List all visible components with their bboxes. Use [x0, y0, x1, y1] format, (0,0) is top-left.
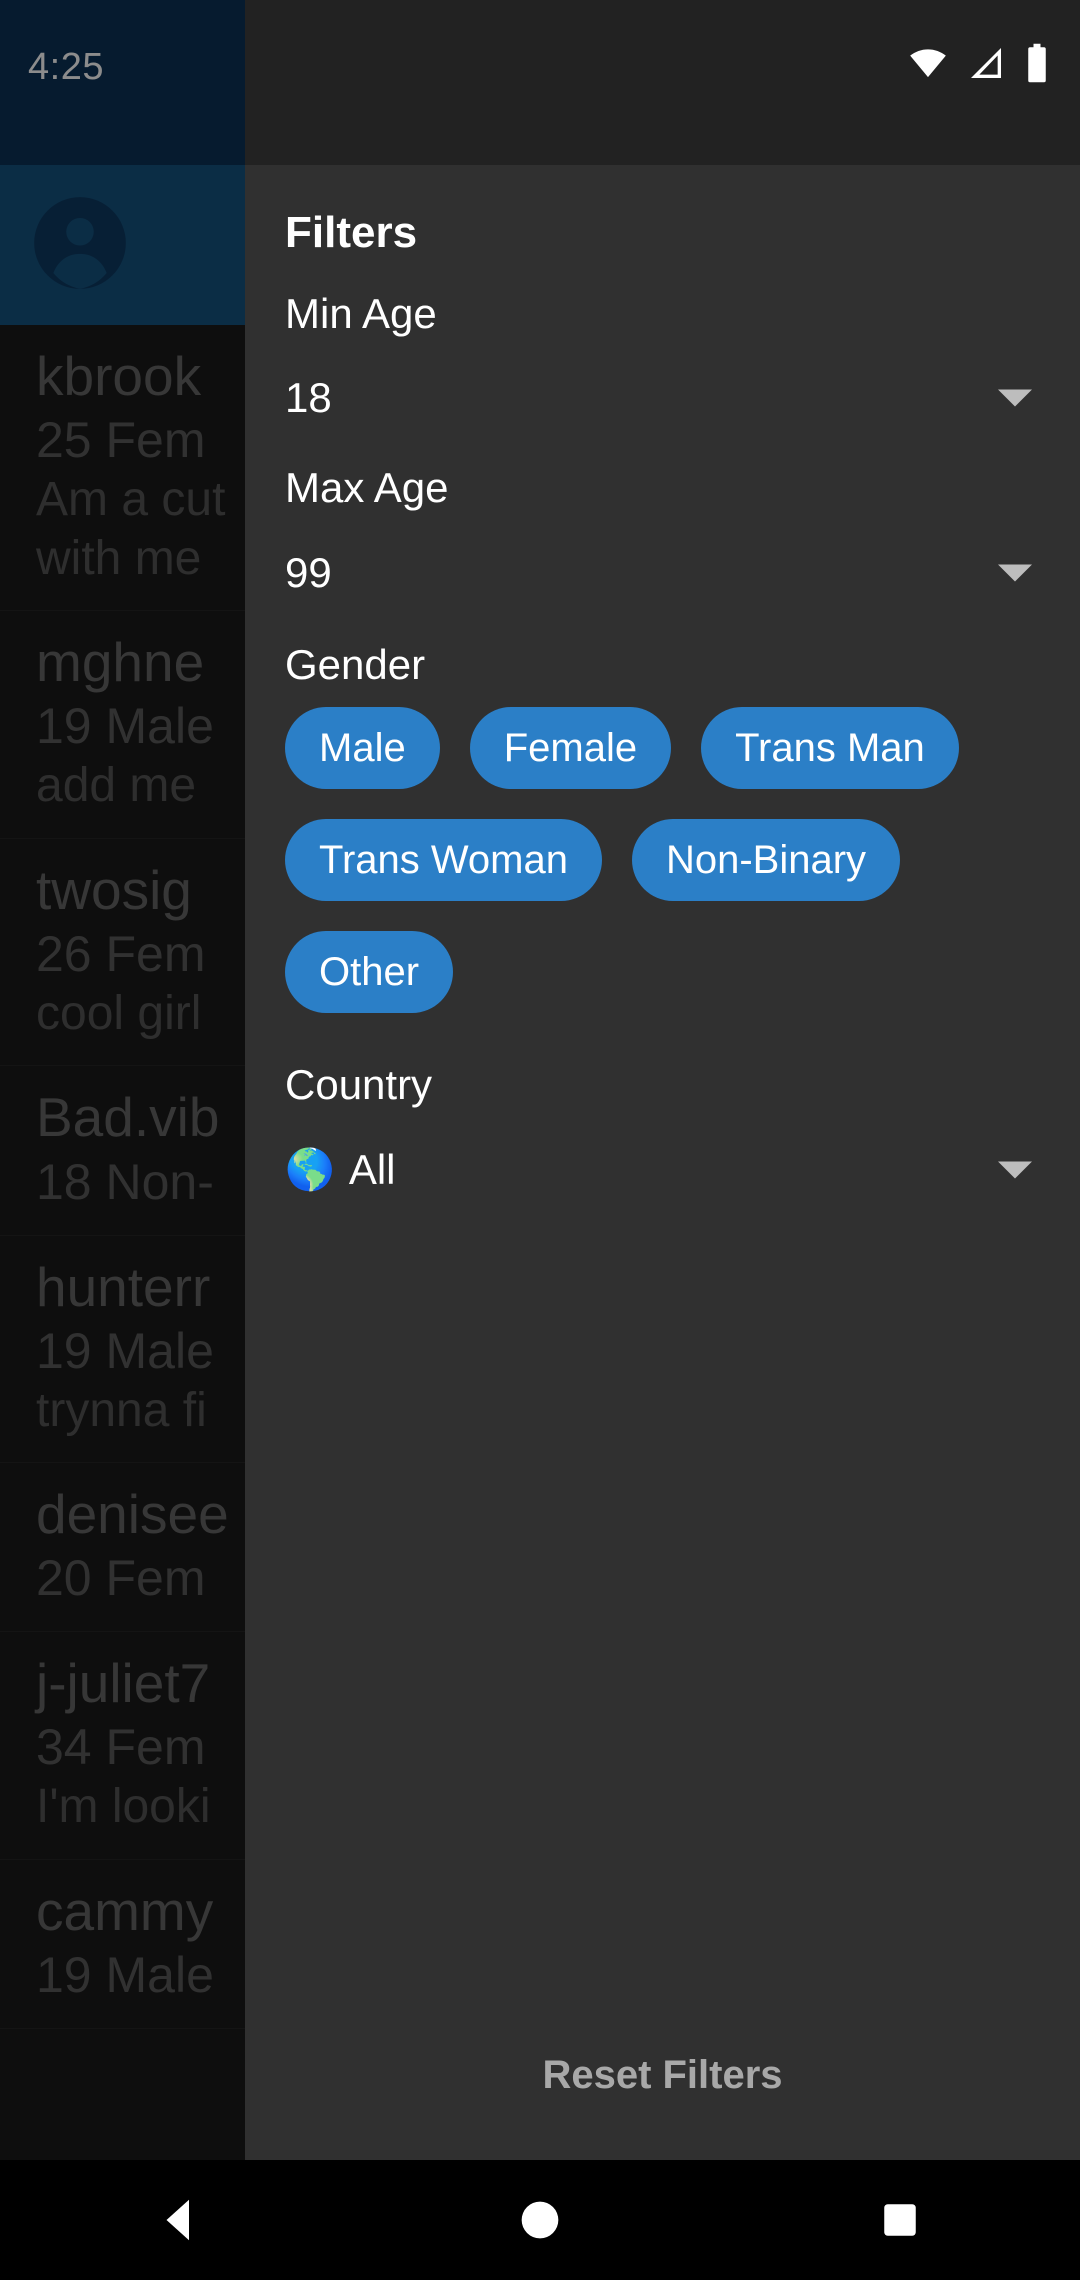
- max-age-value: 99: [285, 548, 332, 596]
- country-value: All: [348, 1145, 396, 1193]
- gender-chip-male[interactable]: Male: [285, 707, 440, 790]
- chevron-down-icon: [998, 564, 1032, 582]
- max-age-select[interactable]: 99: [285, 521, 1040, 625]
- back-button[interactable]: [120, 2160, 240, 2280]
- min-age-select[interactable]: 18: [285, 346, 1040, 450]
- gender-chip-trans-woman[interactable]: Trans Woman: [285, 819, 602, 902]
- gender-chip-group: Male Female Trans Man Trans Woman Non-Bi…: [285, 707, 1030, 1014]
- recents-square-icon: [884, 2204, 916, 2236]
- country-block: Country 🌎 All: [285, 1047, 1040, 1222]
- wifi-icon: [910, 49, 946, 78]
- phone-screen: 4:25 kbrook 25 Fem Am a cut with me mghn…: [0, 0, 1080, 2280]
- recents-button[interactable]: [840, 2160, 960, 2280]
- home-button[interactable]: [480, 2160, 600, 2280]
- cellular-signal-icon: [971, 48, 1001, 78]
- min-age-value: 18: [285, 374, 332, 422]
- globe-americas-icon: 🌎: [285, 1147, 335, 1192]
- panel-spacer: [285, 1222, 1040, 2053]
- person-avatar-icon[interactable]: [30, 193, 130, 293]
- min-age-label: Min Age: [285, 289, 437, 337]
- max-age-label: Max Age: [285, 464, 449, 512]
- gender-chip-female[interactable]: Female: [469, 707, 672, 790]
- status-bar-clock: 4:25: [28, 46, 104, 88]
- gender-chip-trans-man[interactable]: Trans Man: [701, 707, 959, 790]
- filters-panel: Filters Min Age 18 Max Age 99 Gender Mal…: [245, 165, 1080, 2160]
- chevron-down-icon: [998, 389, 1032, 407]
- navigation-bar: [0, 2160, 1080, 2280]
- status-bar-icons: [908, 42, 1050, 84]
- back-triangle-icon: [166, 2199, 189, 2241]
- country-value-wrap: 🌎 All: [285, 1146, 396, 1194]
- country-select[interactable]: 🌎 All: [285, 1118, 1040, 1222]
- gender-label: Gender: [285, 640, 426, 688]
- gender-chip-other[interactable]: Other: [285, 931, 454, 1014]
- gender-chip-non-binary[interactable]: Non-Binary: [631, 819, 901, 902]
- chevron-down-icon: [998, 1161, 1032, 1179]
- home-circle-icon: [521, 2201, 559, 2239]
- country-label: Country: [285, 1061, 433, 1109]
- page-title: Filters: [285, 208, 418, 257]
- reset-filters-button[interactable]: Reset Filters: [285, 2053, 1040, 2160]
- battery-icon: [1028, 43, 1046, 83]
